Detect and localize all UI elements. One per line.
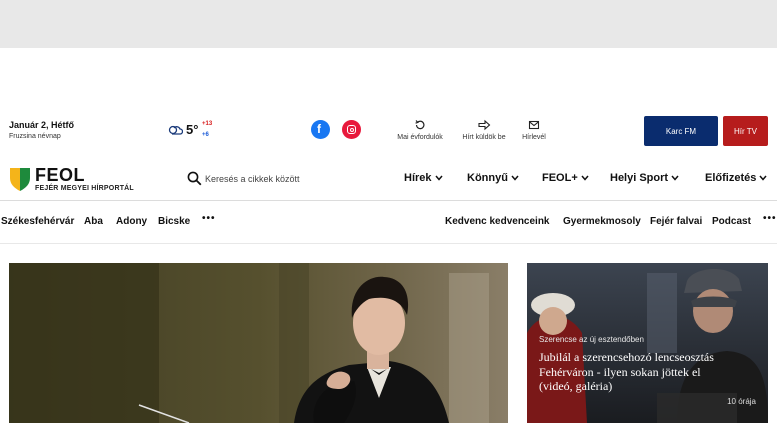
section-aba[interactable]: Aba — [84, 216, 103, 227]
weather-low: +6 — [202, 132, 209, 138]
more-locations-button[interactable]: ••• — [202, 213, 216, 224]
section-bicske[interactable]: Bicske — [158, 216, 190, 227]
article-time: 10 órája — [727, 397, 756, 406]
section-divider — [0, 243, 777, 244]
conductor-photo — [9, 263, 508, 423]
karc-fm-button[interactable]: Karc FM — [644, 116, 718, 146]
nav-hirek[interactable]: Hírek — [404, 172, 443, 184]
send-news-link[interactable]: Hírt küldök be — [456, 119, 512, 141]
weather-high: +13 — [202, 121, 213, 127]
mail-icon — [528, 120, 540, 130]
chevron-down-icon — [511, 175, 519, 181]
nav-label: Hírek — [404, 172, 432, 184]
hir-tv-button[interactable]: Hír TV — [723, 116, 768, 146]
side-article-card[interactable]: Szerencse az új esztendőben Jubilál a sz… — [527, 263, 768, 423]
send-news-label: Hírt küldök be — [462, 134, 506, 141]
nameday: Fruzsina névnap — [9, 133, 61, 140]
article-kicker: Szerencse az új esztendőben — [539, 335, 644, 344]
weather-temp: 5° — [186, 122, 199, 137]
section-gyermekmosoly[interactable]: Gyermekmosoly — [563, 216, 641, 227]
header-divider — [0, 200, 777, 201]
more-sections-button[interactable]: ••• — [763, 213, 777, 224]
newsletter-link[interactable]: Hírlevél — [517, 119, 551, 141]
search-icon — [187, 171, 202, 186]
ad-banner — [0, 0, 777, 48]
section-podcast[interactable]: Podcast — [712, 216, 751, 227]
section-szekesfehervar[interactable]: Székesfehérvár — [1, 216, 74, 227]
history-icon — [415, 120, 425, 130]
chevron-down-icon — [434, 175, 443, 181]
nav-label: Előfizetés — [705, 172, 757, 184]
nav-konnyu[interactable]: Könnyű — [467, 172, 519, 184]
nav-feol-plus[interactable]: FEOL+ — [542, 172, 589, 184]
section-bar: Székesfehérvár Aba Adony Bicske ••• Kedv… — [0, 209, 777, 235]
facebook-icon[interactable]: f — [311, 120, 330, 139]
section-kedvenc-kedvenceink[interactable]: Kedvenc kedvenceink — [445, 216, 550, 227]
section-adony[interactable]: Adony — [116, 216, 147, 227]
newsletter-label: Hírlevél — [522, 134, 546, 141]
article-headline[interactable]: Jubilál a szerencsehozó lencseosztás Feh… — [539, 350, 719, 394]
anniversaries-label: Mai évfordulók — [397, 134, 443, 141]
nav-label: Könnyű — [467, 172, 508, 184]
nav-helyi-sport[interactable]: Helyi Sport — [610, 172, 679, 184]
search-field[interactable]: Keresés a cikkek között — [187, 171, 327, 187]
chevron-down-icon — [581, 175, 589, 181]
hero-article-image[interactable] — [9, 263, 508, 423]
nav-label: Helyi Sport — [610, 172, 669, 184]
chevron-down-icon — [759, 175, 767, 181]
site-logo-text[interactable]: FEOL — [35, 165, 85, 186]
main-header: FEOL FEJÉR MEGYEI HÍRPORTÁL Keresés a ci… — [0, 162, 777, 200]
search-placeholder: Keresés a cikkek között — [205, 174, 300, 184]
cloud-icon — [168, 125, 183, 135]
weather-widget[interactable]: 5° +13 +6 — [168, 121, 218, 143]
section-fejer-falvai[interactable]: Fejér falvai — [650, 216, 702, 227]
nav-elofizetes[interactable]: Előfizetés — [705, 172, 767, 184]
shield-logo-icon[interactable] — [9, 167, 31, 192]
send-icon — [478, 119, 491, 131]
anniversaries-link[interactable]: Mai évfordulók — [390, 119, 450, 141]
chevron-down-icon — [671, 175, 679, 181]
instagram-icon[interactable] — [342, 120, 361, 139]
nav-label: FEOL+ — [542, 172, 578, 184]
site-tagline: FEJÉR MEGYEI HÍRPORTÁL — [35, 185, 134, 192]
current-date: Január 2, Hétfő — [9, 120, 75, 130]
